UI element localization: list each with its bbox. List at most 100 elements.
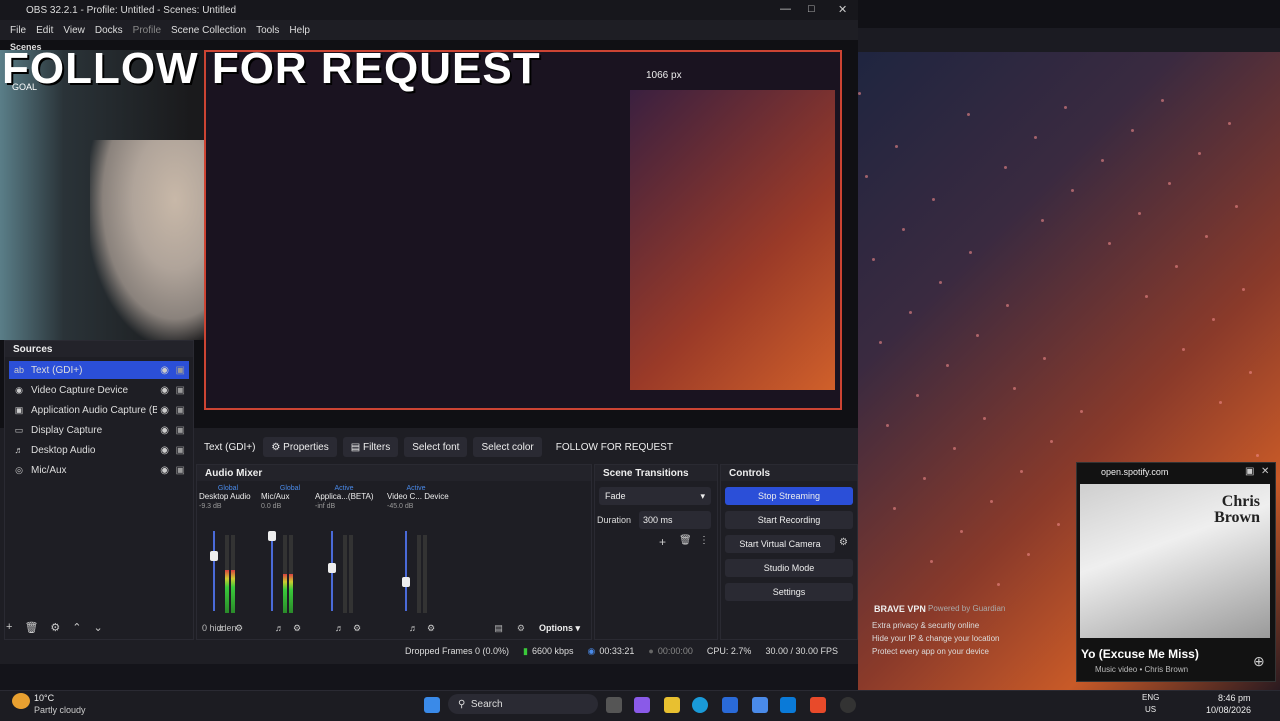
channel-name[interactable]: Desktop Audio [199, 492, 257, 501]
source-item[interactable]: ▭ Display Capture ◉ ▣ [9, 421, 189, 439]
brave-icon[interactable] [810, 697, 826, 713]
channel-name[interactable]: Video C... Device [387, 492, 449, 501]
mixer-channel: Active Video C... Device -45.0 dB ♬ ⚙ [387, 485, 449, 633]
add-transition-icon[interactable]: + [659, 535, 666, 549]
weather-icon[interactable] [12, 693, 30, 709]
taskbar-search[interactable]: ⚲ Search [448, 694, 598, 714]
source-item[interactable]: ◎ Mic/Aux ◉ ▣ [9, 461, 189, 479]
clock-time[interactable]: 8:46 pm [1218, 693, 1251, 703]
source-item[interactable]: ♬ Desktop Audio ◉ ▣ [9, 441, 189, 459]
studio-mode-button[interactable]: Studio Mode [725, 559, 853, 577]
fader-knob[interactable] [402, 576, 410, 587]
more-options-icon[interactable]: ⋮ [699, 535, 709, 546]
weather-desc[interactable]: Partly cloudy [34, 705, 86, 715]
weather-temp[interactable]: 10°C [34, 693, 54, 703]
meter-fill [289, 574, 293, 613]
channel-name[interactable]: Applica...(BETA) [315, 492, 374, 501]
source-item[interactable]: ▣ Application Audio Capture (BETA) ◉ ▣ [9, 401, 189, 419]
eye-icon[interactable]: ◉ [160, 425, 169, 436]
lock-icon[interactable]: ▣ [176, 465, 185, 476]
duration-input[interactable]: 300 ms [639, 511, 711, 529]
menu-tools[interactable]: Tools [256, 25, 279, 36]
settings-button[interactable]: Settings [725, 583, 853, 601]
task-view-icon[interactable] [606, 697, 622, 713]
edge-icon[interactable] [692, 697, 708, 713]
map-dot [1249, 371, 1252, 374]
popout-icon[interactable]: ▣ [1245, 466, 1254, 477]
mail-icon[interactable] [752, 697, 768, 713]
eye-icon[interactable]: ◉ [160, 405, 169, 416]
volume-meter [343, 535, 347, 613]
region[interactable]: US [1145, 705, 1156, 714]
eye-icon[interactable]: ◉ [160, 365, 169, 376]
menu-view[interactable]: View [63, 25, 85, 36]
brave-line: Protect every app on your device [872, 647, 989, 656]
lock-icon[interactable]: ▣ [176, 365, 185, 376]
map-dot [930, 560, 933, 563]
fader-knob[interactable] [210, 550, 218, 561]
close-icon[interactable]: ✕ [1261, 466, 1269, 477]
map-dot [1138, 212, 1141, 215]
options-button[interactable]: Options ▾ [539, 623, 580, 634]
lock-icon[interactable]: ▣ [176, 445, 185, 456]
remove-transition-icon[interactable]: 🗑 [679, 535, 692, 546]
fader-knob[interactable] [268, 531, 276, 541]
add-icon[interactable]: ⊕ [1253, 653, 1265, 670]
mixer-channel: Active Applica...(BETA) -inf dB ♬ ⚙ [315, 485, 374, 633]
channel-name[interactable]: Mic/Aux [261, 492, 319, 501]
stop-streaming-button[interactable]: Stop Streaming [725, 487, 853, 505]
filters-button[interactable]: ▤ Filters [342, 437, 399, 457]
volume-fader[interactable] [268, 531, 276, 611]
lock-icon[interactable]: ▣ [176, 405, 185, 416]
add-source-icon[interactable]: + [6, 621, 12, 633]
maximize-icon[interactable]: □ [808, 3, 815, 15]
menu-file[interactable]: File [10, 25, 26, 36]
windows-start-icon[interactable] [424, 697, 440, 713]
select-color-button[interactable]: Select color [473, 437, 542, 457]
source-item[interactable]: ab Text (GDI+) ◉ ▣ [9, 361, 189, 379]
eye-icon[interactable]: ◉ [160, 465, 169, 476]
volume-fader[interactable] [402, 531, 410, 611]
menu-edit[interactable]: Edit [36, 25, 53, 36]
map-dot [1145, 295, 1148, 298]
source-context-bar: Text (GDI+) ⚙ Properties ▤ Filters Selec… [196, 436, 854, 458]
mixer-settings-icon[interactable]: ⚙ [517, 623, 525, 634]
clock-date[interactable]: 10/08/2026 [1206, 705, 1251, 715]
start-recording-button[interactable]: Start Recording [725, 511, 853, 529]
minimize-icon[interactable]: — [780, 3, 791, 15]
move-up-icon[interactable]: ⌃ [72, 621, 81, 634]
obs-icon[interactable] [840, 697, 856, 713]
store-icon[interactable] [722, 697, 738, 713]
mixer-channel: Global Mic/Aux 0.0 dB ♬ ⚙ [261, 485, 319, 633]
source-item[interactable]: ◉ Video Capture Device ◉ ▣ [9, 381, 189, 399]
channel-state: Active [406, 485, 426, 492]
copilot-icon[interactable] [634, 697, 650, 713]
menu-profile[interactable]: Profile [133, 25, 161, 36]
start-virtual-camera-button[interactable]: Start Virtual Camera [725, 535, 835, 553]
menu-help[interactable]: Help [289, 25, 310, 36]
virtual-camera-gear-icon[interactable]: ⚙ [839, 537, 848, 548]
language[interactable]: ENG [1142, 693, 1159, 702]
source-settings-icon[interactable]: ⚙ [50, 621, 60, 634]
close-icon[interactable]: ✕ [838, 3, 847, 16]
menu-docks[interactable]: Docks [95, 25, 123, 36]
transition-select[interactable]: Fade ▾ [599, 487, 711, 505]
menu-scene-collection[interactable]: Scene Collection [171, 25, 246, 36]
filters-label: Filters [362, 441, 391, 453]
volume-fader[interactable] [328, 531, 336, 611]
properties-button[interactable]: ⚙ Properties [263, 437, 337, 457]
lock-icon[interactable]: ▣ [176, 425, 185, 436]
eye-icon[interactable]: ◉ [160, 445, 169, 456]
move-down-icon[interactable]: ⌄ [94, 621, 103, 634]
lock-icon[interactable]: ▣ [176, 385, 185, 396]
map-dot [879, 341, 882, 344]
file-explorer-icon[interactable] [664, 697, 680, 713]
layout-icon[interactable]: ▤ [494, 623, 503, 634]
word-icon[interactable] [780, 697, 796, 713]
map-dot [886, 424, 889, 427]
volume-fader[interactable] [210, 531, 218, 611]
fader-knob[interactable] [328, 562, 336, 573]
eye-icon[interactable]: ◉ [160, 385, 169, 396]
remove-source-icon[interactable]: 🗑 [24, 621, 38, 634]
select-font-button[interactable]: Select font [404, 437, 468, 457]
